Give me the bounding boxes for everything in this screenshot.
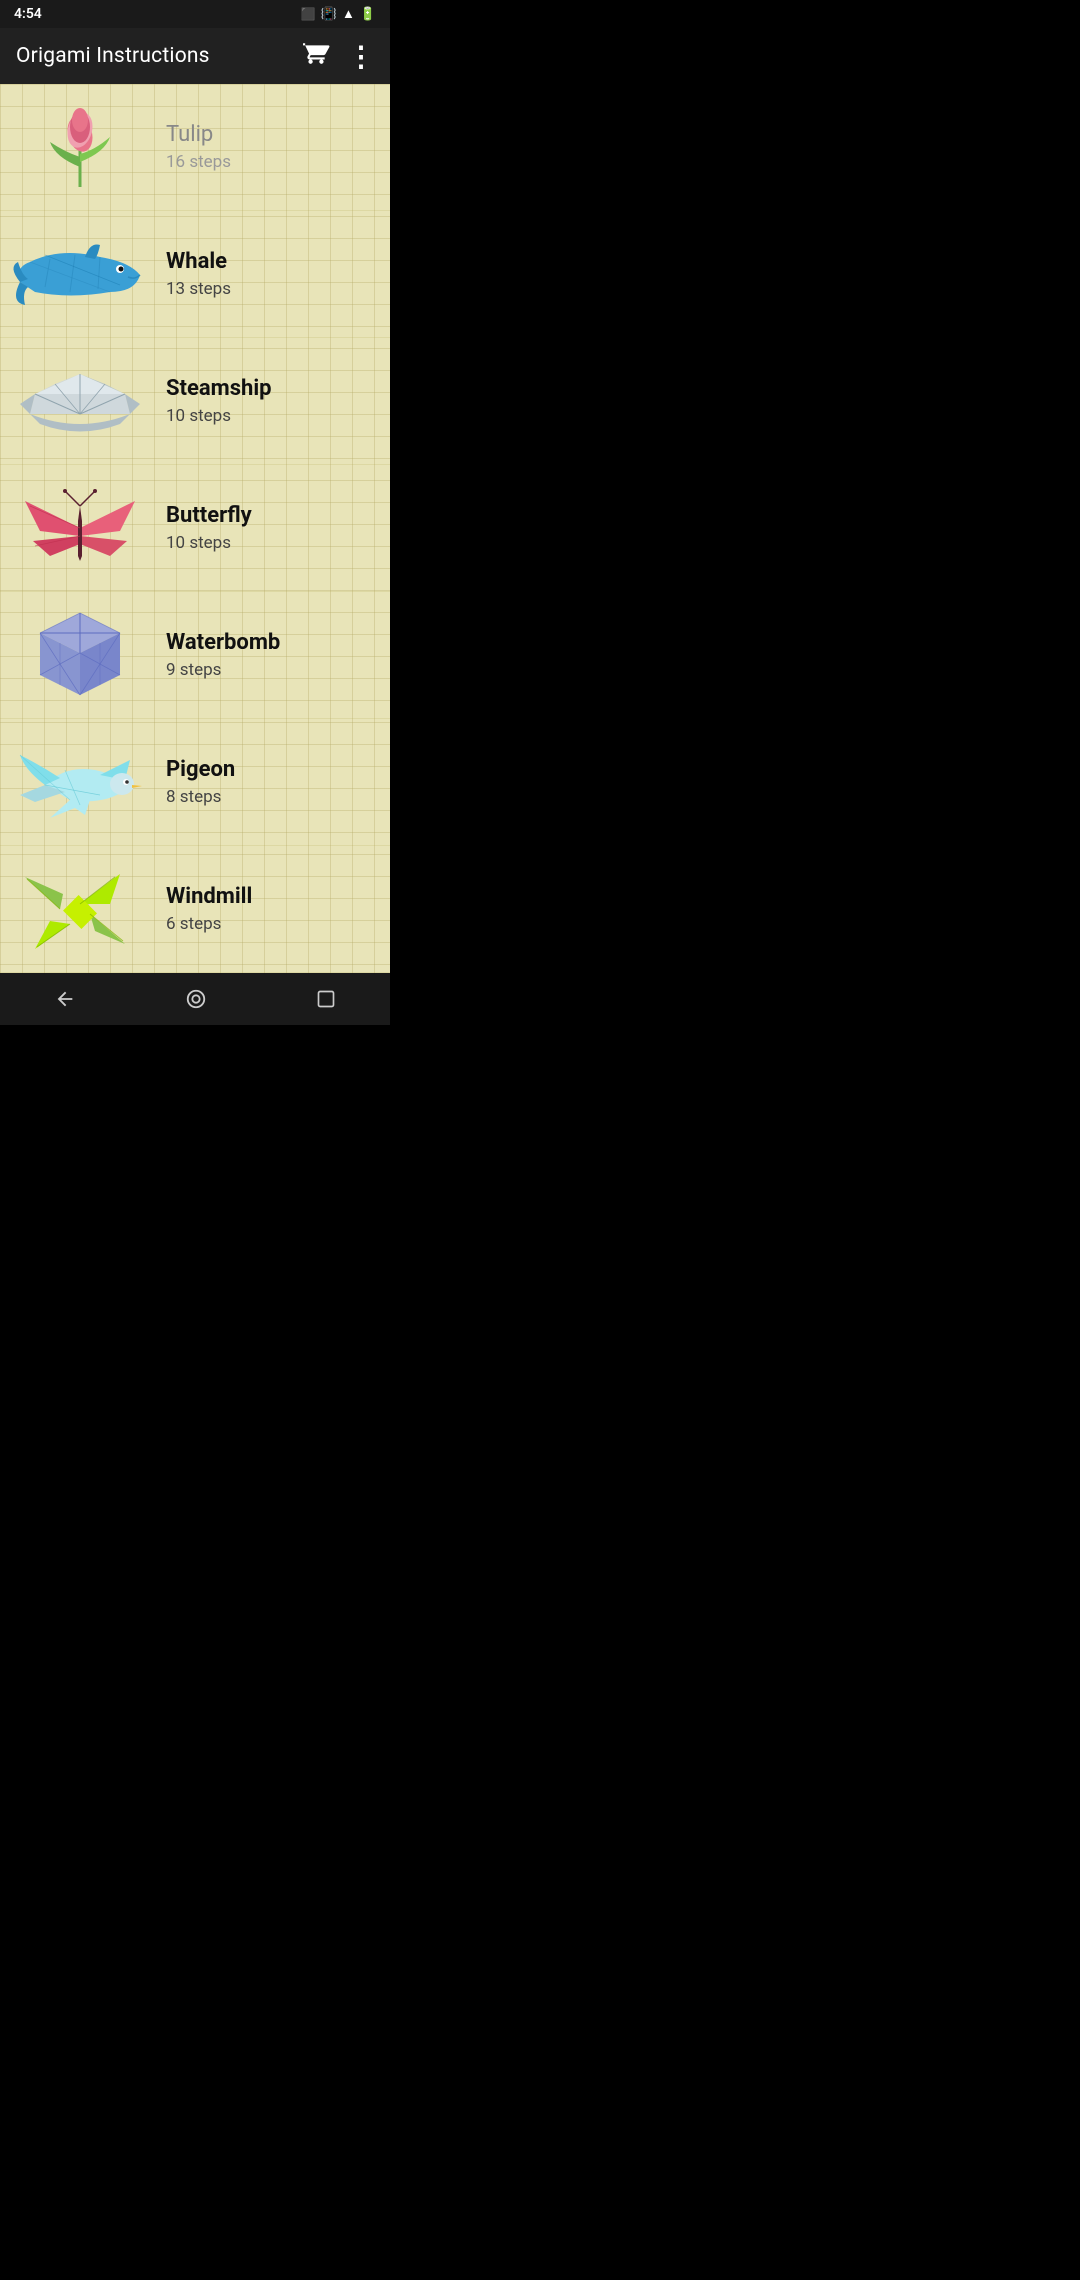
windmill-info: Windmill 6 steps [166, 884, 374, 934]
windmill-name: Windmill [166, 884, 374, 910]
list-item-whale[interactable]: Whale 13 steps [0, 211, 390, 338]
windmill-steps: 6 steps [166, 914, 374, 934]
tulip-info: Tulip 16 steps [166, 122, 374, 172]
list-item-windmill[interactable]: Windmill 6 steps [0, 846, 390, 973]
steamship-steps: 10 steps [166, 406, 374, 426]
waterbomb-image [10, 610, 150, 700]
butterfly-name: Butterfly [166, 503, 374, 529]
list-item-steamship[interactable]: Steamship 10 steps [0, 338, 390, 465]
waterbomb-info: Waterbomb 9 steps [166, 630, 374, 680]
waterbomb-name: Waterbomb [166, 630, 374, 656]
status-bar: 4:54 ⬛ 📳 ▲ 🔋 [0, 0, 390, 28]
recent-apps-button[interactable] [296, 981, 356, 1017]
list-item-tulip[interactable]: Tulip 16 steps [0, 84, 390, 211]
list-item-butterfly[interactable]: Butterfly 10 steps [0, 465, 390, 592]
list-item-pigeon[interactable]: Pigeon 8 steps [0, 719, 390, 846]
more-options-icon[interactable]: ⋮ [347, 40, 374, 73]
cast-icon: ⬛ [301, 7, 316, 21]
list-item-waterbomb[interactable]: Waterbomb 9 steps [0, 592, 390, 719]
cart-icon[interactable] [303, 40, 329, 72]
status-time: 4:54 [14, 6, 42, 22]
status-icons: ⬛ 📳 ▲ 🔋 [301, 6, 376, 22]
app-bar-actions: ⋮ [303, 40, 374, 73]
whale-image [10, 229, 150, 319]
whale-info: Whale 13 steps [166, 249, 374, 299]
app-bar: Origami Instructions ⋮ [0, 28, 390, 84]
butterfly-steps: 10 steps [166, 533, 374, 553]
tulip-name: Tulip [166, 122, 374, 148]
whale-name: Whale [166, 249, 374, 275]
waterbomb-steps: 9 steps [166, 660, 374, 680]
vibrate-icon: 📳 [321, 7, 337, 22]
tulip-image [10, 102, 150, 192]
pigeon-name: Pigeon [166, 757, 374, 783]
pigeon-image [10, 737, 150, 827]
steamship-name: Steamship [166, 376, 374, 402]
steamship-info: Steamship 10 steps [166, 376, 374, 426]
butterfly-image [10, 483, 150, 573]
pigeon-info: Pigeon 8 steps [166, 757, 374, 807]
tulip-steps: 16 steps [166, 152, 374, 172]
butterfly-info: Butterfly 10 steps [166, 503, 374, 553]
whale-steps: 13 steps [166, 279, 374, 299]
windmill-image [10, 864, 150, 954]
app-title: Origami Instructions [16, 44, 210, 68]
steamship-image [10, 356, 150, 446]
back-button[interactable] [34, 980, 96, 1018]
bottom-nav [0, 973, 390, 1025]
home-button[interactable] [165, 980, 227, 1018]
pigeon-steps: 8 steps [166, 787, 374, 807]
content-area: Tulip 16 steps [0, 84, 390, 973]
wifi-icon: ▲ [342, 6, 355, 22]
battery-icon: 🔋 [360, 7, 376, 22]
